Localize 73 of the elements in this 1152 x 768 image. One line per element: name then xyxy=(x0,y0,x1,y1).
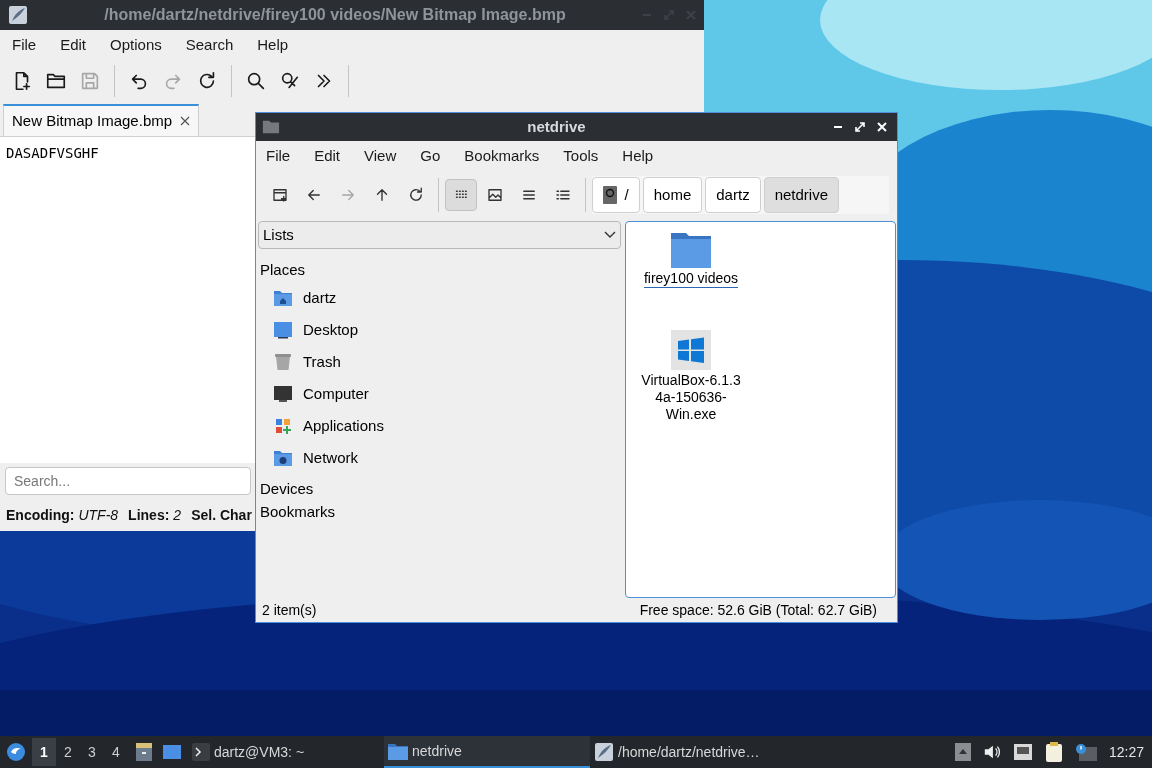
start-menu-icon[interactable] xyxy=(6,742,26,762)
desktop-icon[interactable] xyxy=(162,742,182,762)
clock-text: 12:27 xyxy=(1108,742,1144,762)
search-field[interactable]: Search... xyxy=(5,467,251,495)
feather-icon xyxy=(594,742,614,762)
status-text: Lines: 2 xyxy=(128,505,182,525)
network-folder-icon xyxy=(273,448,293,468)
chevron-down-icon xyxy=(604,231,616,239)
windows-logo-icon xyxy=(671,330,711,370)
network-icon[interactable] xyxy=(1012,743,1033,761)
terminal-icon xyxy=(192,743,210,761)
program-entry[interactable]: VirtualBox-6.1.3 4a-150636- Win.exe xyxy=(634,330,748,423)
menu-item[interactable]: Go xyxy=(420,144,441,168)
path-button[interactable]: dartz xyxy=(705,177,761,213)
workspace-button[interactable]: 3 xyxy=(80,738,104,766)
window-title: /home/dartz/netdrive/firey100 videos/New Bitmap Image.bmp xyxy=(104,5,566,25)
sidebar-item[interactable]: Desktop xyxy=(257,314,359,346)
grid-button[interactable] xyxy=(444,179,477,211)
section-heading[interactable]: Bookmarks xyxy=(257,501,339,524)
trash-icon xyxy=(273,352,293,372)
menu-item[interactable]: View xyxy=(364,144,397,168)
feather-icon xyxy=(8,5,28,25)
section-heading[interactable]: Places xyxy=(257,259,309,282)
path-button[interactable]: home xyxy=(642,177,703,213)
save-icon xyxy=(79,70,101,92)
sidebar-item[interactable]: Network xyxy=(257,442,358,474)
menu-item[interactable]: Bookmarks xyxy=(464,144,540,168)
task-button[interactable]: /home/dartz/netdrive… xyxy=(590,736,790,768)
menu-item[interactable]: Help xyxy=(257,33,289,57)
file-tab[interactable]: New Bitmap Image.bmp xyxy=(3,104,200,136)
sidebar-item[interactable]: Trash xyxy=(257,346,341,378)
workspace-button[interactable]: 1 xyxy=(32,738,56,766)
sidebar-item[interactable]: Computer xyxy=(257,378,369,410)
workspace-button[interactable]: 4 xyxy=(104,738,128,766)
menu-item[interactable]: Edit xyxy=(314,144,341,168)
clipboard-icon[interactable] xyxy=(1044,742,1063,762)
menu-item[interactable]: Edit xyxy=(60,33,87,57)
file-cabinet-icon[interactable] xyxy=(134,742,154,762)
status-text: Free space: 52.6 GiB (Total: 62.7 GiB) xyxy=(639,600,877,620)
task-button[interactable]: netdrive xyxy=(384,736,590,768)
folder-icon xyxy=(388,742,408,760)
apps-icon xyxy=(273,416,293,436)
menu-item[interactable]: Help xyxy=(622,144,654,168)
home-folder-icon xyxy=(273,288,293,308)
image-icon xyxy=(485,186,504,204)
notification-icon[interactable] xyxy=(1074,743,1097,761)
monitor-icon xyxy=(273,320,293,340)
status-text: Encoding: UTF-8 xyxy=(6,505,119,525)
sidebar-item[interactable]: Applications xyxy=(257,410,384,442)
close-icon[interactable] xyxy=(180,116,191,126)
workspace-button[interactable]: 2 xyxy=(56,738,80,766)
computer-icon xyxy=(273,384,293,404)
status-text: Sel. Char xyxy=(191,505,252,525)
new-tab-icon xyxy=(270,186,289,204)
side-pane-dropdown[interactable]: Lists xyxy=(258,221,621,249)
menu-item[interactable]: Search xyxy=(185,33,234,57)
window-title: netdrive xyxy=(527,116,586,137)
path-button[interactable]: / xyxy=(591,177,640,213)
folder-icon xyxy=(671,230,711,268)
text-line: DASADFVSGHF xyxy=(6,144,99,163)
drive-icon xyxy=(602,186,617,204)
path-button[interactable]: netdrive xyxy=(763,177,839,213)
task-button[interactable]: dartz@VM3: ~ xyxy=(188,736,384,768)
menu-item[interactable]: Tools xyxy=(563,144,599,168)
menu-item[interactable]: Options xyxy=(110,33,162,57)
menu-item[interactable]: File xyxy=(12,33,37,57)
sidebar-item[interactable]: dartz xyxy=(257,282,337,314)
section-heading[interactable]: Devices xyxy=(257,478,317,501)
speaker-icon[interactable] xyxy=(982,743,1001,761)
menu-item[interactable]: File xyxy=(266,144,291,168)
search-icon xyxy=(245,70,267,92)
status-text: 2 item(s) xyxy=(262,600,317,620)
folder-entry[interactable]: firey100 videos xyxy=(634,230,748,288)
